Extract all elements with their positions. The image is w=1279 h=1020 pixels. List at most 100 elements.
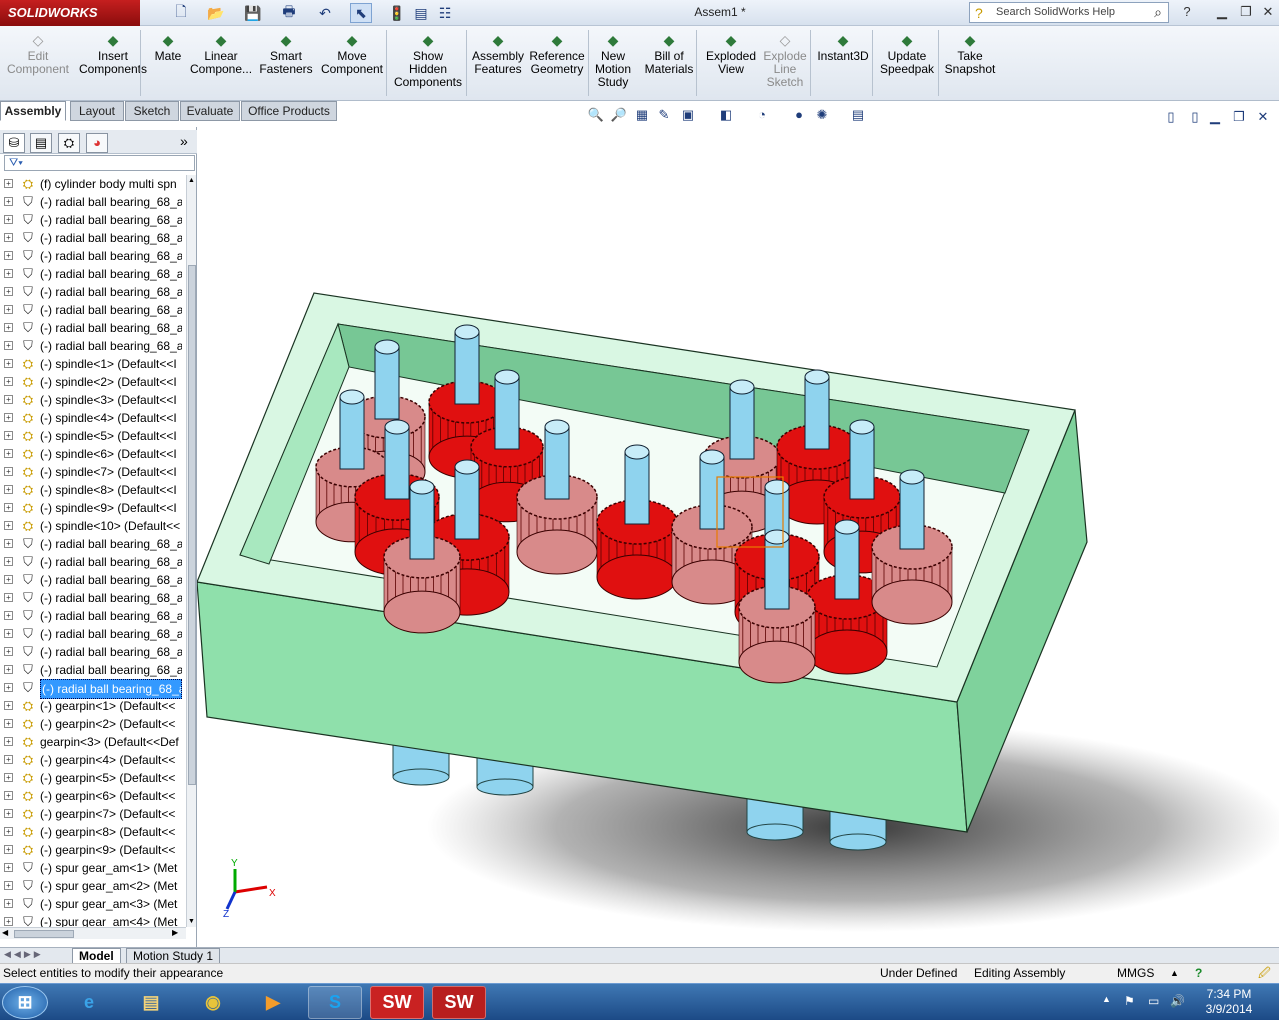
tree-scroll-thumb[interactable] <box>188 265 196 785</box>
expand-icon[interactable]: + <box>4 413 13 422</box>
expand-icon[interactable]: + <box>4 557 13 566</box>
tab-assembly[interactable]: Assembly <box>0 101 66 121</box>
expand-icon[interactable]: + <box>4 395 13 404</box>
expand-icon[interactable]: + <box>4 539 13 548</box>
expand-icon[interactable]: + <box>4 845 13 854</box>
system-clock[interactable]: 7:34 PM 3/9/2014 <box>1196 987 1262 1017</box>
tree-item[interactable]: + ⛉ (-) radial ball bearing_68_a <box>0 661 186 679</box>
tree-item[interactable]: + ⛭ (-) spindle<6> (Default<<I <box>0 445 186 463</box>
configuration-manager-tab-icon[interactable]: ⛭ <box>58 133 80 153</box>
expand-icon[interactable]: + <box>4 323 13 332</box>
expand-icon[interactable]: + <box>4 683 13 692</box>
expand-icon[interactable]: + <box>4 629 13 638</box>
assembly-model-view[interactable]: X Y Z <box>196 127 1279 947</box>
doc-close-icon[interactable]: ✕ <box>1254 108 1272 126</box>
skype-icon[interactable]: S <box>308 986 362 1019</box>
cmd-assembly-features-button[interactable]: ◆ Assembly Features <box>470 32 526 76</box>
tree-item[interactable]: + ⛉ (-) radial ball bearing_68_a <box>0 193 186 211</box>
cmd-insert-components-button[interactable]: ◆ Insert Components <box>76 32 150 76</box>
expand-icon[interactable]: + <box>4 773 13 782</box>
tree-item[interactable]: + ⛭ (-) spindle<10> (Default<< <box>0 517 186 535</box>
tree-item[interactable]: + ⛭ (-) spindle<8> (Default<<I <box>0 481 186 499</box>
tree-item[interactable]: + ⛭ (-) spindle<1> (Default<<I <box>0 355 186 373</box>
tree-item[interactable]: + ⛭ (-) gearpin<8> (Default<< <box>0 823 186 841</box>
tree-item[interactable]: + ⛉ (-) radial ball bearing_68_a <box>0 643 186 661</box>
volume-icon[interactable]: 🔊 <box>1170 994 1185 1008</box>
tree-horizontal-scrollbar[interactable]: ◀ ▶ <box>0 927 186 939</box>
scroll-left-icon[interactable]: ◀ <box>2 928 8 937</box>
scroll-right-icon[interactable]: ▶ <box>172 928 178 937</box>
expand-icon[interactable]: + <box>4 791 13 800</box>
network-icon[interactable]: ▭ <box>1148 994 1159 1008</box>
expand-icon[interactable]: + <box>4 755 13 764</box>
media-player-icon[interactable]: ▶ <box>246 986 300 1019</box>
cmd-smart-fasteners-button[interactable]: ◆ Smart Fasteners <box>258 32 314 76</box>
expand-icon[interactable]: + <box>4 485 13 494</box>
start-button-icon[interactable]: ⊞ <box>2 986 48 1019</box>
tree-item[interactable]: + ⛉ (-) radial ball bearing_68_a <box>0 679 186 699</box>
section-view-icon[interactable]: ✎ <box>655 106 673 124</box>
doc-minimize-icon[interactable]: ▁ <box>1206 108 1224 126</box>
expand-icon[interactable]: + <box>4 665 13 674</box>
file-properties-icon[interactable]: ▤ <box>410 3 432 23</box>
rebuild-icon[interactable]: 🚦 <box>386 3 408 23</box>
tree-item[interactable]: + ⛉ (-) radial ball bearing_68_a <box>0 319 186 337</box>
close-window-icon[interactable]: ✕ <box>1258 2 1278 22</box>
cmd-reference-geometry-button[interactable]: ◆ Reference Geometry <box>528 32 586 76</box>
tree-item[interactable]: + ⛭ (-) spindle<2> (Default<<I <box>0 373 186 391</box>
display-style-icon[interactable]: ◧ <box>717 106 735 124</box>
cmd-move-component-button[interactable]: ◆ Move Component <box>318 32 386 76</box>
scroll-up-icon[interactable]: ▲ <box>188 177 195 184</box>
tree-item[interactable]: + ⛉ (-) radial ball bearing_68_a <box>0 211 186 229</box>
tree-item[interactable]: + ⛭ (-) gearpin<7> (Default<< <box>0 805 186 823</box>
expand-icon[interactable]: + <box>4 701 13 710</box>
tree-item[interactable]: + ⛉ (-) radial ball bearing_68_a <box>0 589 186 607</box>
expand-icon[interactable]: + <box>4 611 13 620</box>
units-dropdown-icon[interactable]: ▲ <box>1170 964 1179 983</box>
zoom-to-fit-icon[interactable]: 🔍 <box>587 106 605 124</box>
expand-icon[interactable]: + <box>4 305 13 314</box>
tree-item[interactable]: + ⛭ (-) spindle<4> (Default<<I <box>0 409 186 427</box>
expand-panel-icon[interactable]: » <box>180 133 188 149</box>
tab-sketch[interactable]: Sketch <box>125 101 179 121</box>
expand-icon[interactable]: + <box>4 287 13 296</box>
cmd-show-hidden-button[interactable]: ◆ Show Hidden Components <box>392 32 464 89</box>
expand-icon[interactable]: + <box>4 179 13 188</box>
help-icon[interactable]: ? <box>1177 2 1197 22</box>
tree-item[interactable]: + ⛭ (-) spindle<3> (Default<<I <box>0 391 186 409</box>
tab-office-products[interactable]: Office Products <box>241 101 337 121</box>
tab-model[interactable]: Model <box>72 948 121 964</box>
tree-item[interactable]: + ⛉ (-) radial ball bearing_68_a <box>0 535 186 553</box>
zoom-to-area-icon[interactable]: 🔎 <box>610 106 628 124</box>
tree-hscroll-thumb[interactable] <box>14 930 74 938</box>
action-center-icon[interactable]: ⚑ <box>1124 994 1135 1008</box>
scroll-down-icon[interactable]: ▼ <box>188 918 195 925</box>
feature-manager-tab-icon[interactable]: ⛁ <box>3 133 25 153</box>
hide-show-items-icon[interactable]: ◔ <box>753 106 771 124</box>
cmd-instant3d-button[interactable]: ◆ Instant3D <box>815 32 871 63</box>
tree-item[interactable]: + ⛉ (-) spur gear_am<4> (Met <box>0 913 186 927</box>
tree-item[interactable]: + ⛉ (-) spur gear_am<1> (Met <box>0 859 186 877</box>
tree-item[interactable]: + ⛉ (-) radial ball bearing_68_a <box>0 625 186 643</box>
cmd-exploded-view-button[interactable]: ◆ Exploded View <box>703 32 759 76</box>
file-explorer-taskbar-icon[interactable]: ▤ <box>124 986 178 1019</box>
print-icon[interactable]: 🖶 <box>278 3 300 23</box>
expand-icon[interactable]: + <box>4 881 13 890</box>
tree-item[interactable]: + ⛉ (-) radial ball bearing_68_a <box>0 265 186 283</box>
search-help-input[interactable]: ? Search SolidWorks Help ⌕ <box>969 2 1169 23</box>
cmd-motion-study-button[interactable]: ◆ New Motion Study <box>590 32 636 89</box>
new-document-icon[interactable]: 🗋 <box>170 3 192 23</box>
tree-item[interactable]: + ⛉ (-) radial ball bearing_68_a <box>0 283 186 301</box>
units-selector[interactable]: MMGS <box>1117 964 1154 983</box>
expand-icon[interactable]: + <box>4 575 13 584</box>
tree-item[interactable]: + ⛭ (-) spindle<9> (Default<<I <box>0 499 186 517</box>
tree-item[interactable]: + ⛉ (-) radial ball bearing_68_a <box>0 301 186 319</box>
quick-tips-icon[interactable]: ? <box>1195 964 1202 983</box>
tree-item[interactable]: + ⛭ gearpin<3> (Default<<Def <box>0 733 186 751</box>
cmd-speedpak-button[interactable]: ◆ Update Speedpak <box>877 32 937 76</box>
cmd-snapshot-button[interactable]: ◆ Take Snapshot <box>942 32 998 76</box>
expand-icon[interactable]: + <box>4 215 13 224</box>
tree-item[interactable]: + ⛭ (-) gearpin<5> (Default<< <box>0 769 186 787</box>
expand-icon[interactable]: + <box>4 899 13 908</box>
restore-window-icon[interactable]: ❐ <box>1236 2 1256 22</box>
